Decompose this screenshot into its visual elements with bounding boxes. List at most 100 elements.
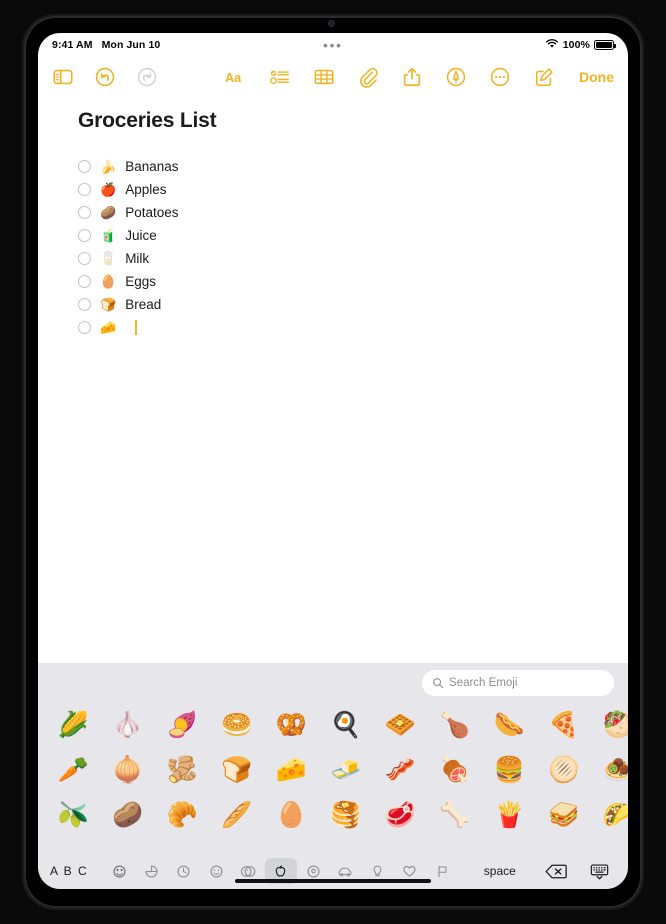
emoji-button[interactable]: 🌭 (482, 713, 537, 738)
emoji-button[interactable]: 🧆 (591, 758, 628, 783)
emoji-button[interactable]: 🫓 (537, 758, 592, 783)
delete-backspace-icon (545, 864, 567, 878)
screen: 9:41 AM Mon Jun 10 ••• 100% Aa Done Groc… (38, 33, 628, 889)
status-bar-left: 9:41 AM Mon Jun 10 (52, 39, 160, 51)
attachment-button[interactable] (357, 66, 379, 88)
text-format-icon: Aa (225, 71, 242, 85)
emoji-button[interactable]: 🍔 (482, 758, 537, 783)
delete-key[interactable] (539, 858, 571, 884)
checklist-item[interactable]: 🧃 Juice (78, 224, 628, 247)
emoji-button[interactable]: 🫒 (46, 803, 101, 828)
checkbox[interactable] (78, 252, 91, 265)
emoji-button[interactable]: 🍟 (482, 803, 537, 828)
emoji-button[interactable]: 🥐 (155, 803, 210, 828)
done-button[interactable]: Done (579, 69, 614, 85)
category-frequently-used[interactable] (103, 858, 135, 884)
search-icon (433, 678, 444, 689)
redo-button[interactable] (136, 66, 158, 88)
emoji-button[interactable]: 🍞 (210, 758, 265, 783)
item-label: Juice (125, 228, 157, 243)
emoji-button[interactable]: 🥓 (373, 758, 428, 783)
category-recents[interactable] (168, 858, 200, 884)
checklist-item[interactable]: 🥔 Potatoes (78, 201, 628, 224)
emoji-button[interactable]: 🥖 (210, 803, 265, 828)
emoji-row: 🫒 🥔 🥐 🥖 🥚 🥞 🥩 🦴 🍟 🥪 🌮 (46, 793, 628, 838)
recents-smiley-icon (113, 864, 126, 878)
dismiss-keyboard-key[interactable] (584, 858, 616, 884)
checklist-item[interactable]: 🥚 Eggs (78, 270, 628, 293)
checklist-item-active[interactable]: 🧀 (78, 316, 628, 339)
car-icon (338, 867, 352, 876)
ipad-device: 9:41 AM Mon Jun 10 ••• 100% Aa Done Groc… (0, 0, 666, 924)
emoji-button[interactable]: 🥞 (319, 803, 374, 828)
undo-icon (95, 67, 115, 87)
emoji-row: 🌽 🧄 🍠 🥯 🥨 🍳 🧇 🍗 🌭 🍕 🥙 (46, 703, 628, 748)
emoji-button[interactable]: 🌽 (46, 713, 101, 738)
checkbox[interactable] (78, 321, 91, 334)
search-input[interactable]: Search Emoji (422, 670, 614, 696)
search-placeholder: Search Emoji (449, 677, 518, 689)
emoji-button[interactable]: 🧄 (101, 713, 156, 738)
checkbox[interactable] (78, 160, 91, 173)
checkbox[interactable] (78, 275, 91, 288)
emoji-button[interactable]: 🍕 (537, 713, 592, 738)
home-indicator[interactable] (235, 879, 431, 883)
emoji-button[interactable]: 🫚 (155, 758, 210, 783)
battery-percent: 100% (562, 39, 590, 51)
checkbox[interactable] (78, 229, 91, 242)
checklist-item[interactable]: 🍌 Bananas (78, 155, 628, 178)
emoji-button[interactable]: 🥨 (264, 713, 319, 738)
share-button[interactable] (401, 66, 423, 88)
emoji-button[interactable]: 🥙 (591, 713, 628, 738)
apple-food-icon (275, 864, 286, 877)
more-button[interactable] (489, 66, 511, 88)
emoji-button[interactable]: 🍗 (428, 713, 483, 738)
emoji-button[interactable]: 🧈 (319, 758, 374, 783)
note-title: Groceries List (78, 109, 217, 132)
checkbox[interactable] (78, 206, 91, 219)
note-content-area[interactable]: Groceries List 🍌 Bananas 🍎 Apples 🥔 Pota… (38, 97, 628, 663)
emoji-button[interactable]: 🍠 (155, 713, 210, 738)
abc-keyboard-button[interactable]: A B C (50, 864, 103, 878)
emoji-button[interactable]: 🧀 (264, 758, 319, 783)
category-smileys[interactable] (200, 858, 232, 884)
checklist-item[interactable]: 🍞 Bread (78, 293, 628, 316)
emoji-button[interactable]: 🍖 (428, 758, 483, 783)
compose-button[interactable] (533, 66, 555, 88)
emoji-grid[interactable]: 🌽 🧄 🍠 🥯 🥨 🍳 🧇 🍗 🌭 🍕 🥙 🥕 🧅 🫚 🍞 🧀 🧈 🥓 🍖 🍔 … (38, 703, 628, 853)
sidebar-icon (53, 69, 73, 85)
emoji-button[interactable]: 🧅 (101, 758, 156, 783)
emoji-button[interactable]: 🥔 (101, 803, 156, 828)
checkbox[interactable] (78, 183, 91, 196)
keyboard-bottom-bar: A B C space (38, 853, 628, 889)
category-stickers[interactable] (135, 858, 167, 884)
sidebar-toggle-button[interactable] (52, 66, 74, 88)
checkbox[interactable] (78, 298, 91, 311)
clock-icon (177, 864, 190, 878)
checklist-item[interactable]: 🥛 Milk (78, 247, 628, 270)
markup-button[interactable] (445, 66, 467, 88)
emoji-button[interactable]: 🥪 (537, 803, 592, 828)
space-key[interactable]: space (472, 864, 527, 878)
item-emoji: 🥛 (100, 251, 117, 266)
emoji-button[interactable]: 🍳 (319, 713, 374, 738)
emoji-button[interactable]: 🥩 (373, 803, 428, 828)
emoji-button[interactable]: 🧇 (373, 713, 428, 738)
checklist-button[interactable] (269, 66, 291, 88)
emoji-button[interactable]: 🌮 (591, 803, 628, 828)
item-emoji: 🍌 (100, 159, 117, 174)
undo-button[interactable] (94, 66, 116, 88)
checklist-item[interactable]: 🍎 Apples (78, 178, 628, 201)
dismiss-keyboard-icon (591, 863, 609, 879)
lightbulb-icon (373, 865, 382, 876)
emoji-button[interactable]: 🥚 (264, 803, 319, 828)
emoji-button[interactable]: 🥯 (210, 713, 265, 738)
item-label: Bread (125, 297, 162, 312)
format-button[interactable]: Aa (225, 66, 247, 88)
toolbar-right-group: Aa Done (225, 66, 614, 88)
emoji-button[interactable]: 🦴 (428, 803, 483, 828)
flag-icon (438, 865, 447, 877)
table-button[interactable] (313, 66, 335, 88)
emoji-button[interactable]: 🥕 (46, 758, 101, 783)
status-date: Mon Jun 10 (101, 39, 161, 51)
